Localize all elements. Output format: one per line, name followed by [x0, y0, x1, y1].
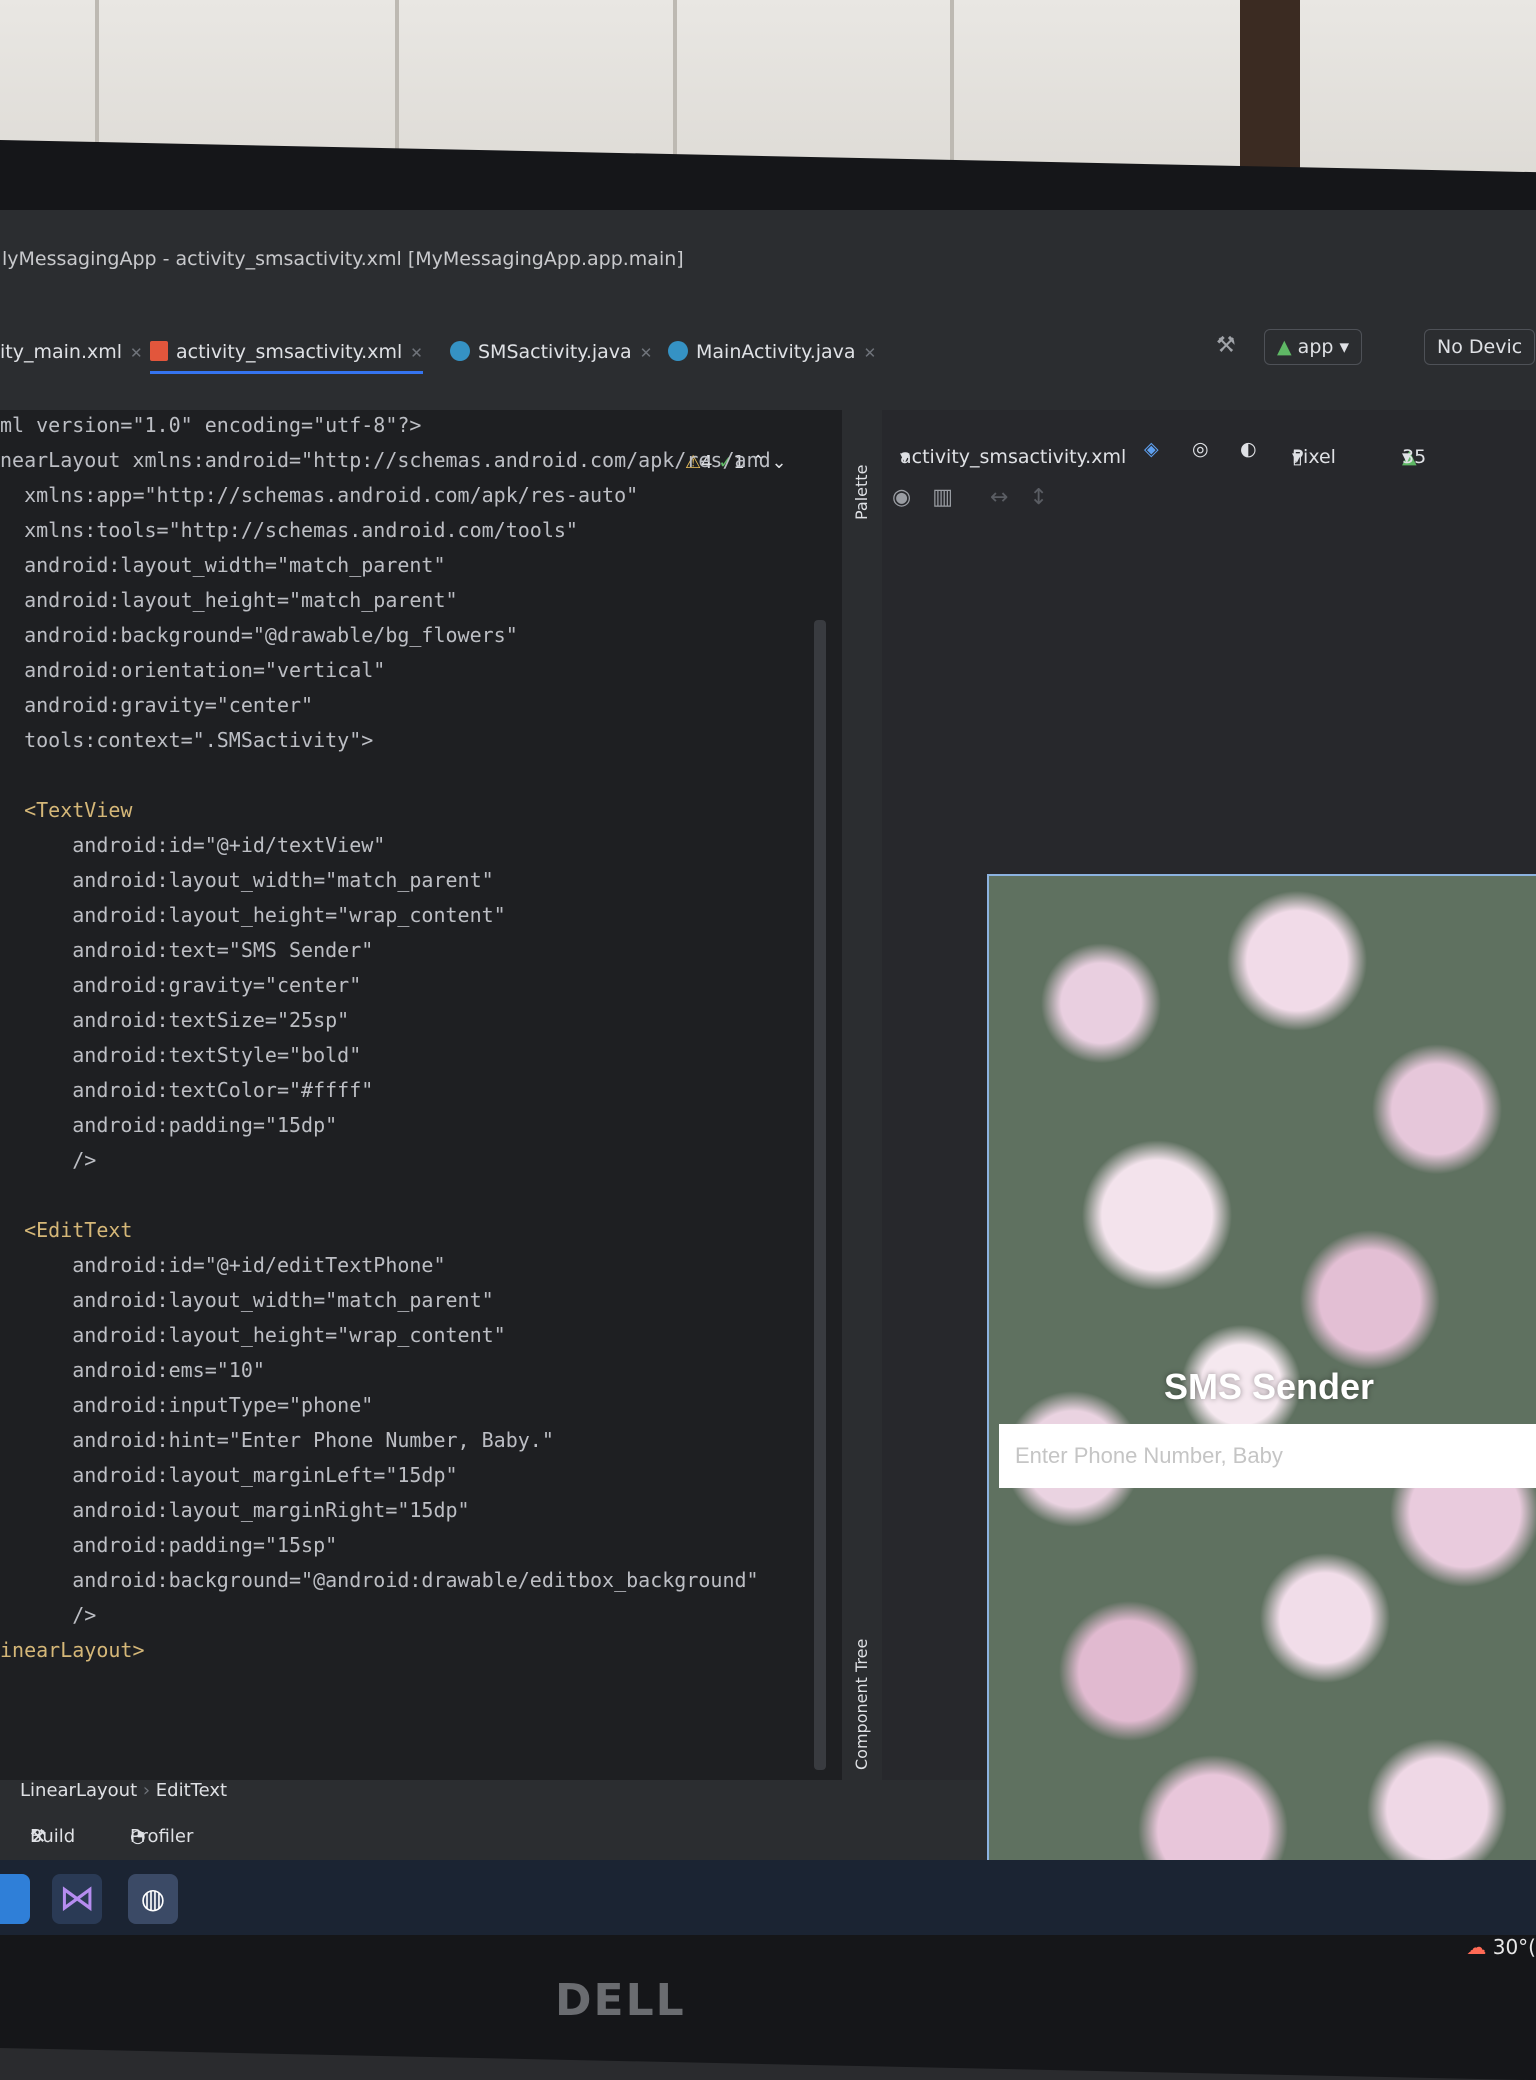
code-line: android:layout_height="match_parent": [0, 588, 458, 612]
code-line: android:textStyle="bold": [0, 1043, 362, 1067]
code-line: tools:context=".SMSactivity">: [0, 728, 374, 752]
component-tree-tab[interactable]: Component Tree: [852, 1639, 871, 1770]
code-line: android:layout_height="wrap_content": [0, 903, 506, 927]
code-line: android:gravity="center": [0, 973, 362, 997]
tab-main-xml[interactable]: ity_main.xml ✕: [0, 333, 143, 371]
layout-preview[interactable]: SMS Sender Enter Phone Number, Baby: [987, 874, 1536, 1900]
bottom-tool-bar: ⚒ Build ◔ Profiler: [30, 1826, 194, 1847]
chevron-down-icon: ▾: [900, 446, 910, 468]
chevron-down-icon[interactable]: ⌄: [771, 452, 786, 473]
close-icon[interactable]: ✕: [640, 344, 653, 362]
close-icon[interactable]: ✕: [130, 344, 143, 362]
visual-studio-icon[interactable]: ⋈: [52, 1874, 102, 1924]
weather-icon: ☁: [1466, 1935, 1487, 1959]
code-line: android:background="@android:drawable/ed…: [0, 1568, 759, 1592]
design-secondary-toolbar: ◉ ▥ ↔ ↕: [892, 485, 1048, 510]
theme-icon[interactable]: ◐: [1240, 438, 1257, 460]
code-editor[interactable]: ⚠4 ✓1 ⌃ ⌄ ml version="1.0" encoding="utf…: [0, 410, 842, 1780]
code-line: android:ems="10": [0, 1358, 265, 1382]
class-icon: [668, 341, 688, 361]
tab-mainactivity-java[interactable]: MainActivity.java ✕: [668, 333, 876, 371]
code-line: android:gravity="center": [0, 693, 314, 717]
tab-activity-smsactivity-xml[interactable]: activity_smsactivity.xml ✕: [150, 333, 423, 374]
weather-widget[interactable]: ☁ 30°(: [1466, 1935, 1536, 1959]
code-line: android:padding="15dp": [0, 1113, 338, 1137]
code-line: android:padding="15sp": [0, 1533, 338, 1557]
ide-screen: lyMessagingApp - activity_smsactivity.xm…: [0, 210, 1536, 1900]
vertical-scrollbar[interactable]: [814, 620, 826, 1770]
tab-smsactivity-java[interactable]: SMSactivity.java ✕: [450, 333, 652, 371]
code-line: android:background="@drawable/bg_flowers…: [0, 623, 518, 647]
design-preview-panel: activity_smsactivity.xml ▾ ◈ ◎ ◐ ▯ Pixel…: [882, 410, 1536, 1900]
hammer-icon[interactable]: ⚒: [1216, 333, 1236, 358]
chevron-down-icon: ▾: [1402, 446, 1412, 468]
blueprint-icon[interactable]: ▥: [932, 485, 953, 510]
preview-phone-input[interactable]: Enter Phone Number, Baby: [999, 1424, 1536, 1488]
window-title: lyMessagingApp - activity_smsactivity.xm…: [2, 248, 684, 270]
vertical-resize-icon[interactable]: ↕: [1029, 485, 1047, 510]
breadcrumb: LinearLayout › EditText: [20, 1780, 228, 1801]
breadcrumb-edittext[interactable]: EditText: [156, 1780, 227, 1801]
code-line: xmlns:tools="http://schemas.android.com/…: [0, 518, 578, 542]
code-line: android:textColor="#ffff": [0, 1078, 374, 1102]
horizontal-resize-icon[interactable]: ↔: [990, 485, 1008, 510]
device-selector[interactable]: No Devic: [1424, 329, 1536, 365]
run-toolbar: ⚒ ▲ app ▾ No Devic: [1216, 323, 1536, 367]
code-line: inearLayout>: [0, 1638, 145, 1662]
file-explorer-icon[interactable]: [0, 1874, 30, 1924]
code-line: android:layout_width="match_parent": [0, 868, 494, 892]
layers-icon[interactable]: ◈: [1144, 438, 1159, 460]
code-line: xmlns:app="http://schemas.android.com/ap…: [0, 483, 639, 507]
code-line: android:layout_marginRight="15dp": [0, 1498, 470, 1522]
class-icon: [450, 341, 470, 361]
code-line: android:textSize="25sp": [0, 1008, 350, 1032]
breadcrumb-linearlayout[interactable]: LinearLayout: [20, 1780, 137, 1801]
android-icon: ▲: [1277, 336, 1292, 358]
monitor-brand-logo: DELL: [555, 1975, 686, 2026]
xml-file-icon: [150, 341, 168, 361]
os-taskbar: ⋈ ◍: [0, 1860, 1536, 1935]
android-studio-icon[interactable]: ◍: [128, 1874, 178, 1924]
code-line: <TextView: [0, 798, 133, 822]
palette-tab[interactable]: Palette: [852, 465, 871, 520]
code-line: android:layout_width="match_parent": [0, 553, 446, 577]
side-tool-strip: Palette Component Tree: [842, 410, 882, 1780]
code-line: ml version="1.0" encoding="utf-8"?>: [0, 413, 422, 437]
code-line: <EditText: [0, 1218, 133, 1242]
run-config-dropdown[interactable]: ▲ app ▾: [1264, 329, 1363, 365]
code-line: android:hint="Enter Phone Number, Baby.": [0, 1428, 554, 1452]
close-icon[interactable]: ✕: [410, 344, 423, 362]
code-line: android:text="SMS Sender": [0, 938, 374, 962]
preview-title: SMS Sender: [1163, 1366, 1375, 1407]
code-line: android:layout_height="wrap_content": [0, 1323, 506, 1347]
code-line: />: [0, 1148, 97, 1172]
code-line: android:id="@+id/editTextPhone": [0, 1253, 446, 1277]
code-line: android:orientation="vertical": [0, 658, 386, 682]
design-toolbar: activity_smsactivity.xml ▾ ◈ ◎ ◐ ▯ Pixel…: [900, 438, 1427, 468]
chevron-down-icon: ▾: [1339, 336, 1350, 358]
code-line: nearLayout xmlns:android="http://schemas…: [0, 448, 771, 472]
code-line: android:layout_width="match_parent": [0, 1288, 494, 1312]
code-line: android:id="@+id/textView": [0, 833, 386, 857]
code-line: />: [0, 1603, 97, 1627]
code-line: android:inputType="phone": [0, 1393, 374, 1417]
eye-icon[interactable]: ◉: [892, 485, 911, 510]
code-line: android:layout_marginLeft="15dp": [0, 1463, 458, 1487]
close-icon[interactable]: ✕: [864, 344, 877, 362]
chevron-down-icon: ▾: [1292, 446, 1302, 468]
orientation-icon[interactable]: ◎: [1192, 438, 1209, 460]
